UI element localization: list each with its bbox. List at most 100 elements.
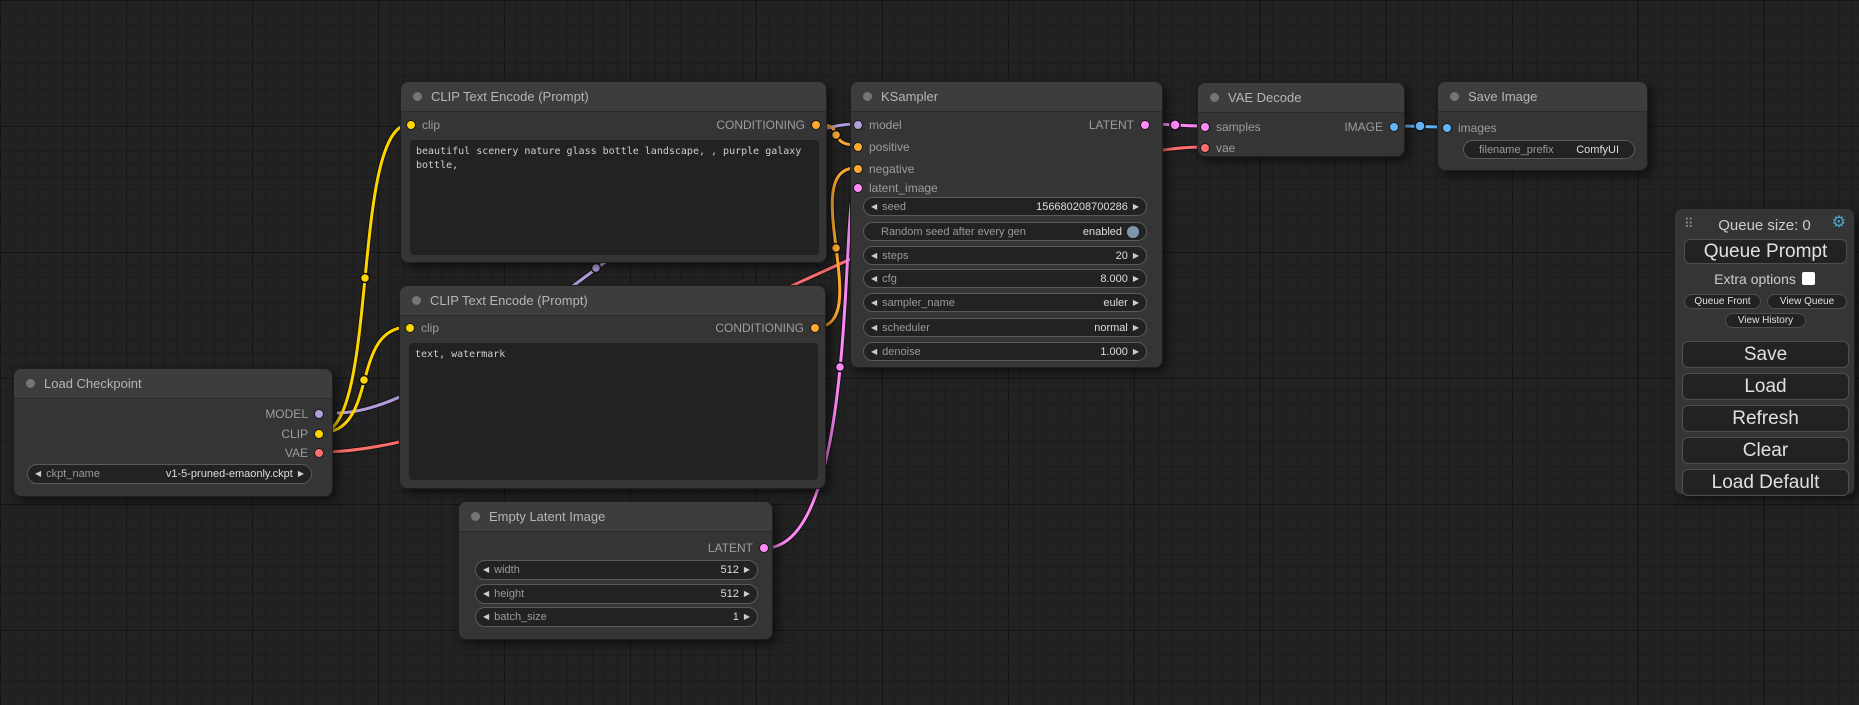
output-slot-latent[interactable]: LATENT: [1089, 115, 1162, 135]
widget-increment-icon[interactable]: ▶: [1133, 348, 1139, 356]
widget-decrement-icon[interactable]: ◀: [871, 275, 877, 283]
output-slot-latent[interactable]: LATENT: [708, 538, 772, 558]
widget-decrement-icon[interactable]: ◀: [871, 252, 877, 260]
denoise-widget[interactable]: ◀ denoise 1.000 ▶: [863, 342, 1147, 361]
output-slot-vae[interactable]: VAE: [285, 443, 332, 463]
node-title-bar[interactable]: CLIP Text Encode (Prompt): [401, 82, 826, 112]
widget-increment-icon[interactable]: ▶: [1133, 203, 1139, 211]
output-slot-conditioning[interactable]: CONDITIONING: [716, 115, 826, 135]
toggle-on-icon[interactable]: [1127, 226, 1139, 238]
node-empty-latent-image[interactable]: Empty Latent Image LATENT ◀ width 512 ▶ …: [458, 501, 773, 640]
widget-decrement-icon[interactable]: ◀: [871, 203, 877, 211]
queue-prompt-button[interactable]: Queue Prompt: [1684, 239, 1847, 264]
node-save-image[interactable]: Save Image images filename_prefix ComfyU…: [1437, 81, 1648, 171]
widget-increment-icon[interactable]: ▶: [1133, 299, 1139, 307]
clear-button[interactable]: Clear: [1682, 437, 1849, 464]
image-slot-icon[interactable]: [1442, 123, 1452, 133]
output-slot-clip[interactable]: CLIP: [281, 424, 332, 444]
latent-slot-icon[interactable]: [1200, 122, 1210, 132]
conditioning-slot-icon[interactable]: [853, 164, 863, 174]
clip-slot-icon[interactable]: [405, 323, 415, 333]
widget-decrement-icon[interactable]: ◀: [871, 299, 877, 307]
width-widget[interactable]: ◀ width 512 ▶: [475, 560, 758, 580]
sampler-name-widget[interactable]: ◀ sampler_name euler ▶: [863, 293, 1147, 312]
collapse-dot-icon[interactable]: [26, 379, 35, 388]
collapse-dot-icon[interactable]: [413, 92, 422, 101]
input-slot-samples[interactable]: samples: [1198, 117, 1261, 137]
node-title-bar[interactable]: Save Image: [1438, 82, 1647, 112]
save-button[interactable]: Save: [1682, 341, 1849, 368]
widget-increment-icon[interactable]: ▶: [744, 566, 750, 574]
output-slot-model[interactable]: MODEL: [265, 404, 332, 424]
collapse-dot-icon[interactable]: [1450, 92, 1459, 101]
node-title-bar[interactable]: Empty Latent Image: [459, 502, 772, 532]
node-ksampler[interactable]: KSampler model positive negative latent_…: [850, 81, 1163, 368]
latent-slot-icon[interactable]: [1140, 120, 1150, 130]
collapse-dot-icon[interactable]: [863, 92, 872, 101]
load-button[interactable]: Load: [1682, 373, 1849, 400]
input-slot-clip[interactable]: clip: [401, 115, 440, 135]
height-widget[interactable]: ◀ height 512 ▶: [475, 584, 758, 604]
node-title-bar[interactable]: KSampler: [851, 82, 1162, 112]
seed-widget[interactable]: ◀ seed 156680208700286 ▶: [863, 197, 1147, 216]
conditioning-slot-icon[interactable]: [811, 120, 821, 130]
node-title-bar[interactable]: VAE Decode: [1198, 83, 1404, 113]
collapse-dot-icon[interactable]: [1210, 93, 1219, 102]
widget-decrement-icon[interactable]: ◀: [483, 613, 489, 621]
node-clip-text-encode-positive[interactable]: CLIP Text Encode (Prompt) clip CONDITION…: [400, 81, 827, 263]
comfyui-canvas[interactable]: { "app": "ComfyUI node graph", "colors":…: [0, 0, 1859, 705]
widget-decrement-icon[interactable]: ◀: [871, 348, 877, 356]
output-slot-conditioning[interactable]: CONDITIONING: [715, 318, 825, 338]
model-slot-icon[interactable]: [314, 409, 324, 419]
input-slot-positive[interactable]: positive: [851, 137, 910, 157]
filename-prefix-widget[interactable]: filename_prefix ComfyUI: [1463, 140, 1635, 159]
vae-slot-icon[interactable]: [314, 448, 324, 458]
image-slot-icon[interactable]: [1389, 122, 1399, 132]
node-vae-decode[interactable]: VAE Decode samples vae IMAGE: [1197, 82, 1405, 157]
gear-icon[interactable]: ⚙: [1832, 215, 1846, 231]
widget-decrement-icon[interactable]: ◀: [35, 470, 41, 478]
clip-slot-icon[interactable]: [406, 120, 416, 130]
scheduler-widget[interactable]: ◀ scheduler normal ▶: [863, 318, 1147, 337]
negative-prompt-textarea[interactable]: text, watermark: [409, 343, 818, 480]
conditioning-slot-icon[interactable]: [810, 323, 820, 333]
widget-increment-icon[interactable]: ▶: [1133, 324, 1139, 332]
random-seed-toggle-widget[interactable]: Random seed after every gen enabled: [863, 222, 1147, 241]
model-slot-icon[interactable]: [853, 120, 863, 130]
collapse-dot-icon[interactable]: [412, 296, 421, 305]
input-slot-model[interactable]: model: [851, 115, 902, 135]
widget-decrement-icon[interactable]: ◀: [871, 324, 877, 332]
latent-slot-icon[interactable]: [853, 183, 863, 193]
batch-size-widget[interactable]: ◀ batch_size 1 ▶: [475, 607, 758, 627]
widget-decrement-icon[interactable]: ◀: [483, 590, 489, 598]
widget-increment-icon[interactable]: ▶: [744, 590, 750, 598]
clip-slot-icon[interactable]: [314, 429, 324, 439]
input-slot-latent-image[interactable]: latent_image: [851, 178, 938, 198]
input-slot-vae[interactable]: vae: [1198, 138, 1235, 158]
steps-widget[interactable]: ◀ steps 20 ▶: [863, 246, 1147, 265]
widget-decrement-icon[interactable]: ◀: [483, 566, 489, 574]
latent-slot-icon[interactable]: [759, 543, 769, 553]
widget-increment-icon[interactable]: ▶: [298, 470, 304, 478]
output-slot-image[interactable]: IMAGE: [1344, 117, 1404, 137]
node-title-bar[interactable]: Load Checkpoint: [14, 369, 332, 399]
widget-increment-icon[interactable]: ▶: [1133, 275, 1139, 283]
collapse-dot-icon[interactable]: [471, 512, 480, 521]
refresh-button[interactable]: Refresh: [1682, 405, 1849, 432]
view-queue-button[interactable]: View Queue: [1767, 294, 1847, 309]
input-slot-negative[interactable]: negative: [851, 159, 914, 179]
node-clip-text-encode-negative[interactable]: CLIP Text Encode (Prompt) clip CONDITION…: [399, 285, 826, 489]
queue-panel[interactable]: ⠿ Queue size: 0 ⚙ Queue Prompt Extra opt…: [1674, 208, 1855, 495]
cfg-widget[interactable]: ◀ cfg 8.000 ▶: [863, 269, 1147, 288]
extra-options-checkbox[interactable]: [1802, 272, 1815, 285]
widget-increment-icon[interactable]: ▶: [744, 613, 750, 621]
vae-slot-icon[interactable]: [1200, 143, 1210, 153]
ckpt-name-widget[interactable]: ◀ ckpt_name v1-5-pruned-emaonly.ckpt ▶: [27, 464, 312, 484]
widget-increment-icon[interactable]: ▶: [1133, 252, 1139, 260]
load-default-button[interactable]: Load Default: [1682, 469, 1849, 496]
queue-front-button[interactable]: Queue Front: [1684, 294, 1761, 309]
node-load-checkpoint[interactable]: Load Checkpoint MODEL CLIP VAE ◀ ckpt_na…: [13, 368, 333, 497]
input-slot-clip[interactable]: clip: [400, 318, 439, 338]
node-title-bar[interactable]: CLIP Text Encode (Prompt): [400, 286, 825, 316]
conditioning-slot-icon[interactable]: [853, 142, 863, 152]
